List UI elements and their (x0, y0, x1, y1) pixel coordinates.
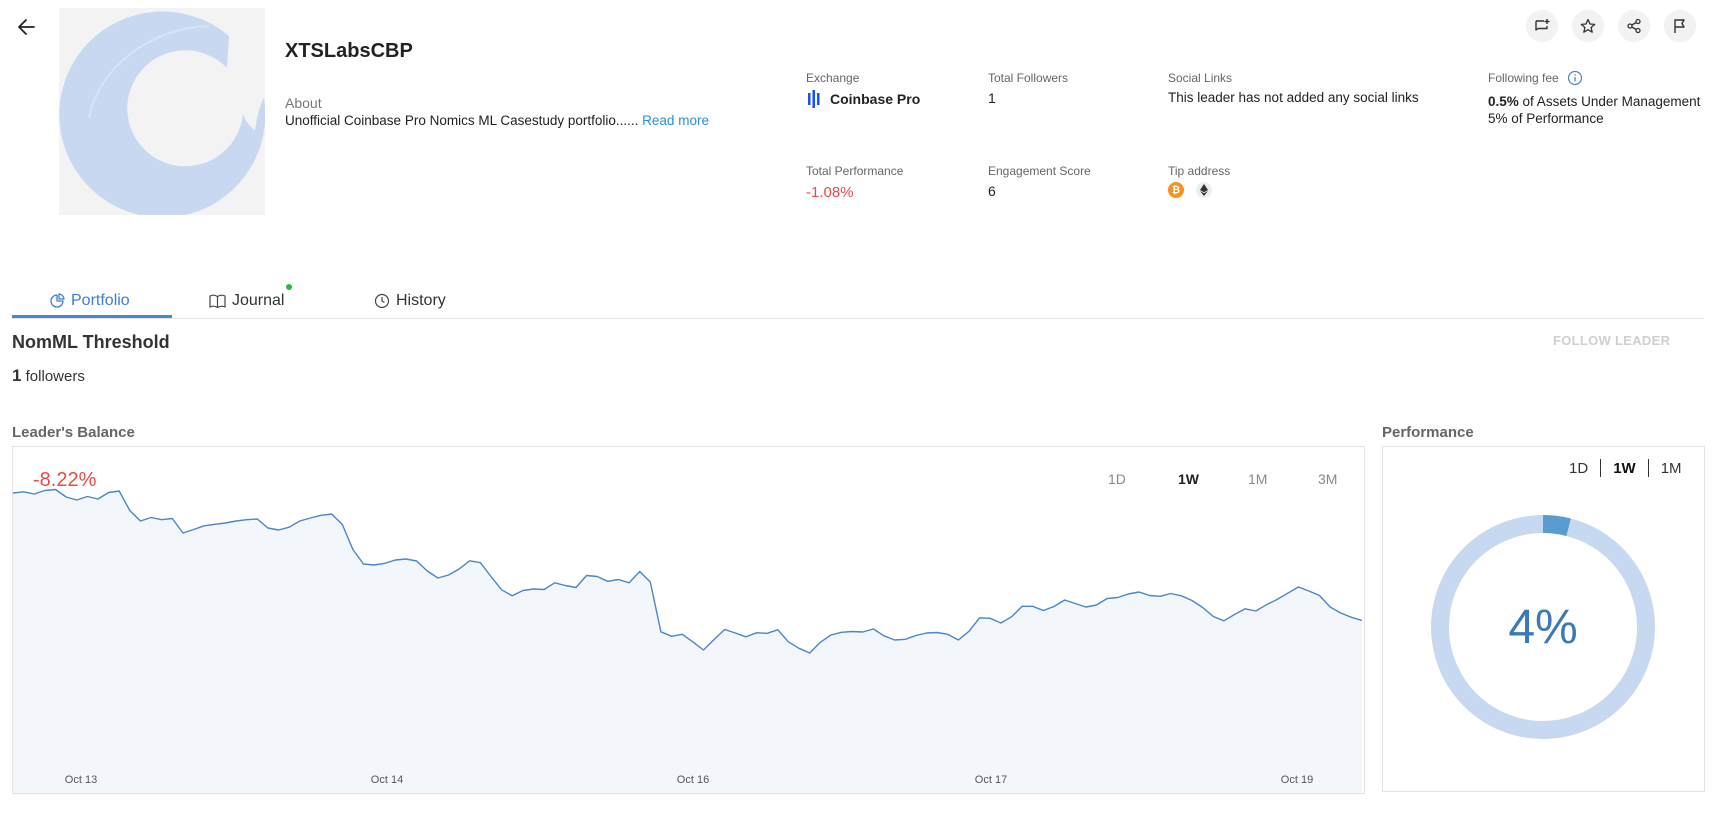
about-description: Unofficial Coinbase Pro Nomics ML Casest… (285, 113, 639, 128)
fee-aum: 0.5% of Assets Under Management (1488, 94, 1700, 109)
performance-value: 4% (1508, 600, 1578, 654)
add-note-button[interactable] (1526, 10, 1558, 42)
performance-title: Performance (1382, 424, 1474, 441)
followers-value: 1 (988, 90, 996, 106)
star-icon (1580, 18, 1596, 33)
fee-performance-text: of Performance (1511, 111, 1604, 126)
back-button[interactable] (14, 14, 40, 40)
fee-performance: 5% of Performance (1488, 111, 1604, 126)
leader-name: XTSLabsCBP (285, 40, 413, 62)
engagement-label: Engagement Score (988, 164, 1091, 178)
fee-label: Following fee (1488, 71, 1559, 85)
exchange-label: Exchange (806, 71, 860, 85)
info-icon[interactable] (1567, 70, 1583, 86)
exchange-value: Coinbase Pro (830, 91, 921, 107)
perf-range-1m[interactable]: 1M (1661, 460, 1682, 477)
x-tick-label: Oct 14 (371, 774, 403, 786)
tab-portfolio[interactable]: Portfolio (49, 284, 130, 318)
coinbase-pro-icon (808, 90, 820, 108)
active-tab-indicator (12, 315, 172, 318)
ethereum-icon[interactable] (1196, 182, 1212, 198)
x-tick-label: Oct 16 (677, 774, 709, 786)
arrow-left-icon (18, 19, 35, 35)
share-button[interactable] (1618, 10, 1650, 42)
range-separator (1600, 459, 1602, 477)
book-icon (209, 294, 226, 309)
x-tick-label: Oct 17 (975, 774, 1007, 786)
portfolio-followers-count: 1 (12, 366, 22, 385)
favorite-button[interactable] (1572, 10, 1604, 42)
balance-panel: -8.22% 1D 1W 1M 3M Oct 13 Oct 14 Oct 16 Oct… (12, 446, 1365, 794)
bitcoin-icon[interactable]: ₿ (1168, 182, 1184, 198)
tab-portfolio-label: Portfolio (71, 292, 130, 309)
x-tick-label: Oct 13 (65, 774, 97, 786)
performance-range-selector: 1D 1W 1M (1569, 459, 1682, 477)
tab-history-label: History (396, 292, 446, 309)
clock-icon (374, 293, 390, 309)
total-performance-label: Total Performance (806, 164, 904, 178)
balance-chart: Oct 13 Oct 14 Oct 16 Oct 17 Oct 19 (13, 488, 1363, 793)
fee-label-group: Following fee (1488, 70, 1583, 86)
followers-label: Total Followers (988, 71, 1069, 85)
tab-history[interactable]: History (374, 284, 446, 318)
balance-title: Leader's Balance (12, 424, 135, 441)
tab-journal-label: Journal (232, 292, 285, 309)
fee-aum-text: of Assets Under Management (1522, 94, 1701, 109)
flag-icon (1674, 19, 1685, 33)
portfolio-followers: 1 followers (12, 366, 85, 386)
report-button[interactable] (1664, 10, 1696, 42)
comment-plus-icon (1535, 19, 1550, 31)
fee-aum-value: 0.5% (1488, 94, 1519, 109)
tip-icons: ₿ (1168, 182, 1212, 198)
about-text: Unofficial Coinbase Pro Nomics ML Casest… (285, 113, 709, 128)
x-tick-label: Oct 19 (1281, 774, 1313, 786)
balance-area (13, 489, 1362, 793)
leader-logo-icon (59, 11, 265, 215)
total-performance-value: -1.08% (806, 184, 854, 201)
share-icon (1627, 18, 1641, 34)
read-more-link[interactable]: Read more (642, 113, 709, 128)
engagement-value: 6 (988, 183, 996, 199)
about-label: About (285, 95, 322, 111)
tab-journal[interactable]: Journal (209, 284, 292, 318)
social-links-value: This leader has not added any social lin… (1168, 90, 1419, 105)
performance-panel: 1D 1W 1M 4% (1382, 446, 1705, 792)
journal-new-indicator (286, 284, 292, 290)
leader-avatar (59, 8, 265, 215)
fee-performance-value: 5% (1488, 111, 1508, 126)
portfolio-title: NomML Threshold (12, 332, 170, 352)
perf-range-1w[interactable]: 1W (1613, 460, 1636, 477)
perf-range-1d[interactable]: 1D (1569, 460, 1588, 477)
tabs-divider (12, 318, 1704, 319)
follow-leader-button[interactable]: FOLLOW LEADER (1553, 333, 1670, 348)
pie-chart-icon (50, 293, 65, 308)
social-links-label: Social Links (1168, 71, 1233, 85)
tip-address-label: Tip address (1168, 164, 1231, 178)
exchange-value-group: Coinbase Pro (808, 90, 920, 108)
portfolio-followers-text: followers (25, 368, 85, 385)
range-separator (1647, 459, 1649, 477)
